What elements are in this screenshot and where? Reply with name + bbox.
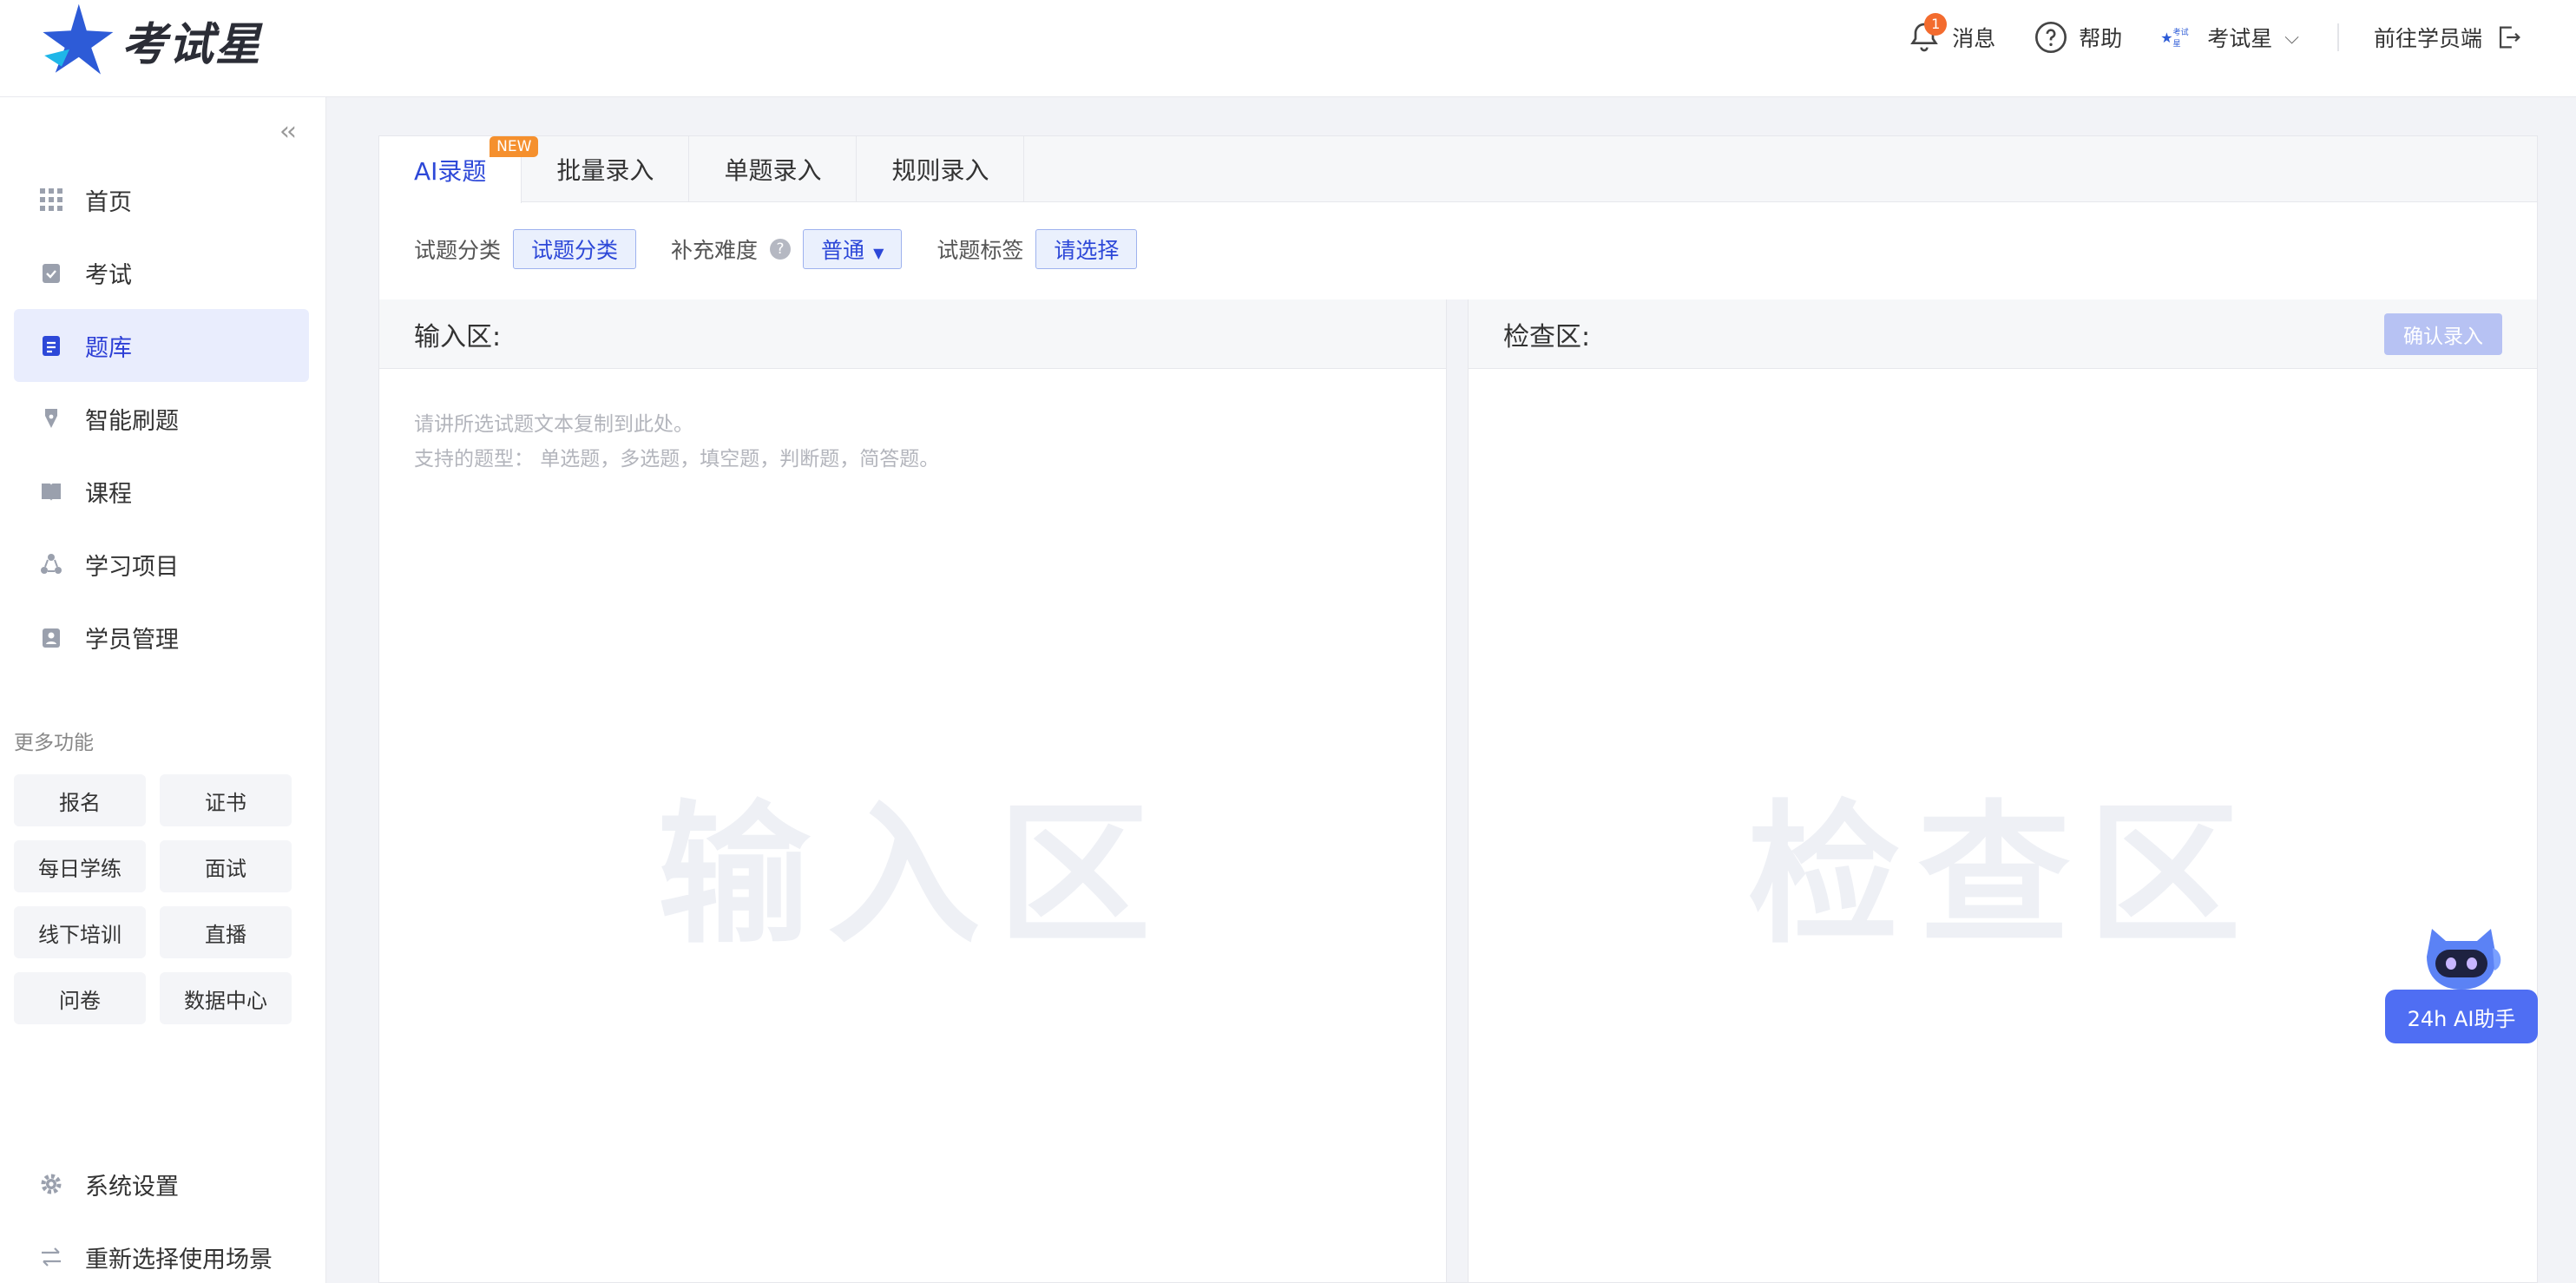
tags-select[interactable]: 请选择 [1035,229,1138,269]
grid-icon [38,187,64,213]
input-watermark: 输入区 [657,786,1168,964]
entry-mode-tabs: AI录题 NEW 批量录入 单题录入 规则录入 [379,136,2537,203]
message-count-badge: 1 [1924,13,1948,36]
ai-assistant-button[interactable]: 24h AI助手 [2385,922,2538,1043]
sidebar-item-label: 学习项目 [85,553,179,581]
help-button[interactable]: 帮助 [2034,20,2122,55]
confirm-entry-button[interactable]: 确认录入 [2384,313,2502,355]
gear-icon [38,1171,64,1197]
pen-icon [38,405,64,431]
caret-down-icon: ▼ [873,245,884,261]
messages-button[interactable]: 1 消息 [1907,13,1996,55]
org-logo-icon: ★ 考试星 [2160,29,2189,49]
zone-divider [1447,299,1468,1282]
sidebar-item-student-management[interactable]: 学员管理 [14,601,309,674]
app-logo[interactable]: 考试星 [38,0,262,80]
exit-icon [2499,26,2520,49]
sidebar-item-label: 智能刷题 [85,407,179,435]
chevron-down-icon: ⌵ [2284,26,2299,49]
sidebar-item-exams[interactable]: 考试 [14,236,309,309]
more-item-survey[interactable]: 问卷 [14,972,146,1024]
robot-mascot-icon [2427,929,2501,990]
student-portal-button[interactable]: 前往学员端 [2374,22,2524,53]
sidebar-item-label: 系统设置 [85,1173,179,1201]
document-list-icon [38,332,64,359]
question-circle-icon [2035,22,2067,53]
sidebar-item-label: 题库 [85,334,132,362]
more-features-heading: 更多功能 [14,732,94,754]
org-switcher[interactable]: ★ 考试星 考试星 ⌵ [2160,22,2299,53]
book-icon [38,478,64,504]
sidebar-item-label: 重新选择使用场景 [85,1246,273,1273]
category-label: 试题分类 [414,238,502,263]
student-portal-label: 前往学员端 [2373,26,2482,51]
id-card-icon [38,624,64,650]
more-item-offline-training[interactable]: 线下培训 [14,906,146,958]
check-zone-title: 检查区: [1503,321,1591,352]
help-label: 帮助 [2079,26,2123,51]
check-zone-header: 检查区: 确认录入 [1469,299,2537,369]
tab-label: 批量录入 [556,156,654,185]
sidebar: ‹‹ 首页 考试 题库 智能刷题 课程 学习项目 学员管理 更多功能 报名 证书… [0,97,326,1283]
sidebar-item-system-settings[interactable]: 系统设置 [14,1148,309,1220]
more-item-live[interactable]: 直播 [160,906,292,958]
check-zone: 检查区: 确认录入 检查区 [1468,299,2537,1282]
input-zone[interactable]: 输入区: 请讲所选试题文本复制到此处。 支持的题型： 单选题，多选题，填空题，判… [379,299,1447,1282]
sidebar-item-learning-projects[interactable]: 学习项目 [14,528,309,601]
divider [2336,23,2339,51]
input-zone-title: 输入区: [379,299,1446,369]
input-placeholder: 请讲所选试题文本复制到此处。 支持的题型： 单选题，多选题，填空题，判断题，简答… [414,413,940,470]
more-item-daily-practice[interactable]: 每日学练 [14,840,146,892]
difficulty-label: 补充难度 [671,238,759,263]
check-watermark: 检查区 [1747,786,2258,964]
cycle-icon [38,551,64,577]
more-item-registration[interactable]: 报名 [14,774,146,826]
star-logo-icon [43,3,114,75]
sidebar-item-courses[interactable]: 课程 [14,455,309,528]
sidebar-item-label: 首页 [85,188,132,216]
filter-row: 试题分类 试题分类 补充难度 ? 普通 ▼ 试题标签 请选择 [414,229,1172,269]
tab-rule-entry[interactable]: 规则录入 [857,136,1025,202]
sidebar-item-question-bank[interactable]: 题库 [14,309,309,382]
sidebar-item-label: 学员管理 [85,626,179,654]
tab-label: 规则录入 [891,156,989,185]
collapse-sidebar-icon[interactable]: ‹‹ [279,116,297,147]
more-item-certificate[interactable]: 证书 [160,774,292,826]
logo-text: 考试星 [122,18,263,71]
clipboard-check-icon [38,260,64,286]
difficulty-select[interactable]: 普通 ▼ [803,229,903,269]
sidebar-item-smart-practice[interactable]: 智能刷题 [14,382,309,455]
tab-label: 单题录入 [724,156,822,185]
top-bar: 考试星 1 消息 帮助 ★ 考试星 考试星 ⌵ 前往学员端 [0,0,2576,97]
tab-batch-entry[interactable]: 批量录入 [522,136,690,202]
tab-ai-entry[interactable]: AI录题 NEW [379,136,539,203]
tab-label: AI录题 [414,156,487,186]
sidebar-item-home[interactable]: 首页 [14,163,309,236]
sidebar-item-reselect-scenario[interactable]: 重新选择使用场景 [14,1220,309,1283]
main-panel: AI录题 NEW 批量录入 单题录入 规则录入 试题分类 试题分类 补充难度 ?… [378,135,2538,1283]
sidebar-item-label: 课程 [85,480,132,508]
swap-icon [38,1244,64,1270]
ai-assistant-label: 24h AI助手 [2385,990,2538,1043]
org-name: 考试星 [2207,26,2273,51]
more-item-data-center[interactable]: 数据中心 [160,972,292,1024]
help-icon[interactable]: ? [770,239,792,260]
sidebar-item-label: 考试 [85,261,132,289]
tab-single-entry[interactable]: 单题录入 [689,136,858,202]
messages-label: 消息 [1952,26,1996,51]
tags-label: 试题标签 [936,238,1024,263]
more-item-interview[interactable]: 面试 [160,840,292,892]
category-select[interactable]: 试题分类 [513,229,637,269]
